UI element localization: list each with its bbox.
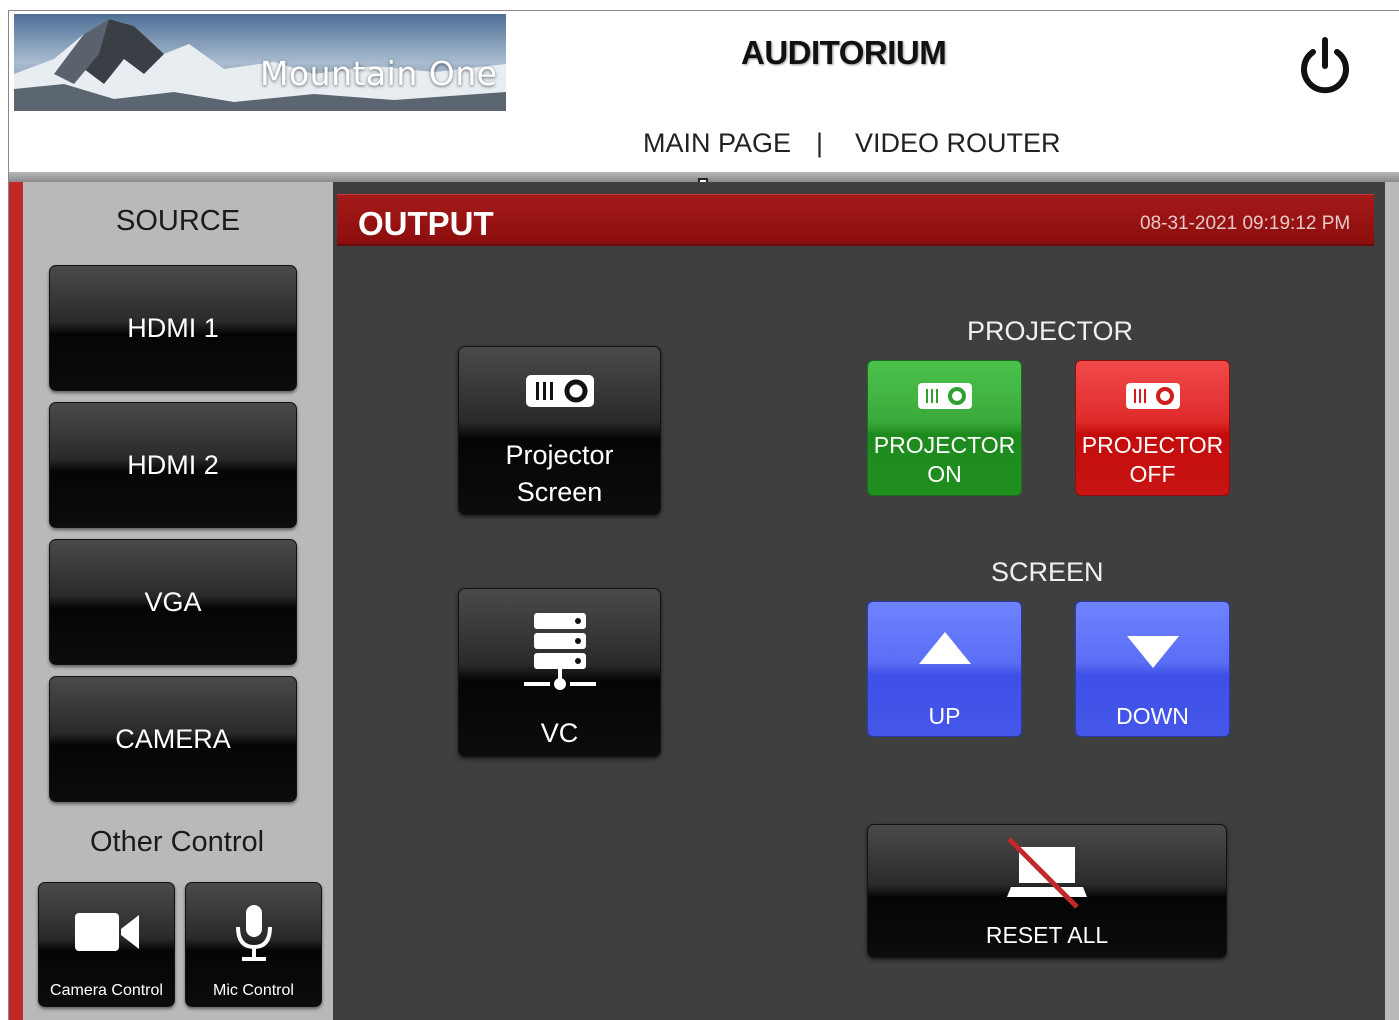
laptop-off-icon: [1007, 837, 1087, 909]
projector-off-label-1: PROJECTOR: [1081, 432, 1224, 458]
projector-screen-label-1: Projector: [505, 440, 614, 470]
vc-label: VC: [540, 718, 579, 748]
reset-all-label: RESET ALL: [985, 922, 1109, 948]
source-button-hdmi2[interactable]: HDMI 2: [49, 402, 297, 528]
video-camera-icon: [74, 913, 139, 951]
projector-title: PROJECTOR: [967, 316, 1134, 346]
projector-screen-label-2: Screen: [516, 477, 603, 507]
nav-main-page[interactable]: MAIN PAGE: [643, 128, 791, 159]
screen-up-button[interactable]: UP: [867, 601, 1022, 737]
projector-off-label-2: OFF: [1129, 461, 1176, 487]
nav-video-router[interactable]: VIDEO ROUTER: [855, 128, 1061, 159]
power-icon: [1301, 37, 1349, 94]
power-button[interactable]: [1296, 36, 1354, 96]
output-title: OUTPUT: [358, 205, 494, 242]
screen-down-button[interactable]: DOWN: [1075, 601, 1230, 737]
mic-control-button[interactable]: Mic Control: [185, 882, 322, 1007]
screen-title: SCREEN: [991, 557, 1104, 587]
reset-all-button[interactable]: RESET ALL: [867, 824, 1227, 958]
source-button-vga[interactable]: VGA: [49, 539, 297, 665]
triangle-up-icon: [918, 632, 971, 664]
camera-control-label: Camera Control: [50, 982, 163, 999]
source-button-camera[interactable]: CAMERA: [49, 676, 297, 802]
camera-control-button[interactable]: Camera Control: [38, 882, 175, 1007]
microphone-icon: [235, 905, 272, 961]
screen-down-label: DOWN: [1116, 703, 1189, 729]
accent-strip: [9, 182, 23, 1020]
source-button-hdmi1[interactable]: HDMI 1: [49, 265, 297, 391]
source-title: SOURCE: [116, 205, 241, 237]
projector-off-button[interactable]: PROJECTOR OFF: [1075, 360, 1230, 496]
right-edge: [1385, 182, 1399, 1020]
projector-on-label-1: PROJECTOR: [873, 432, 1016, 458]
logo: Mountain One: [14, 14, 506, 111]
triangle-down-icon: [1126, 636, 1179, 668]
projector-icon: [525, 375, 594, 407]
projector-on-button[interactable]: PROJECTOR ON: [867, 360, 1022, 496]
server-network-icon: [523, 613, 596, 690]
other-control-title: Other Control: [90, 826, 265, 858]
page-title: AUDITORIUM: [741, 34, 947, 71]
nav-separator: |: [816, 128, 824, 158]
screen-up-label: UP: [928, 703, 961, 729]
logo-text: Mountain One: [260, 54, 498, 93]
projector-screen-button[interactable]: Projector Screen: [458, 346, 661, 515]
vc-button[interactable]: VC: [458, 588, 661, 757]
projector-on-label-2: ON: [927, 461, 962, 487]
projector-icon: [917, 383, 972, 409]
mic-control-label: Mic Control: [213, 982, 294, 999]
datetime: 08-31-2021 09:19:12 PM: [1140, 213, 1351, 234]
projector-icon: [1125, 383, 1180, 409]
